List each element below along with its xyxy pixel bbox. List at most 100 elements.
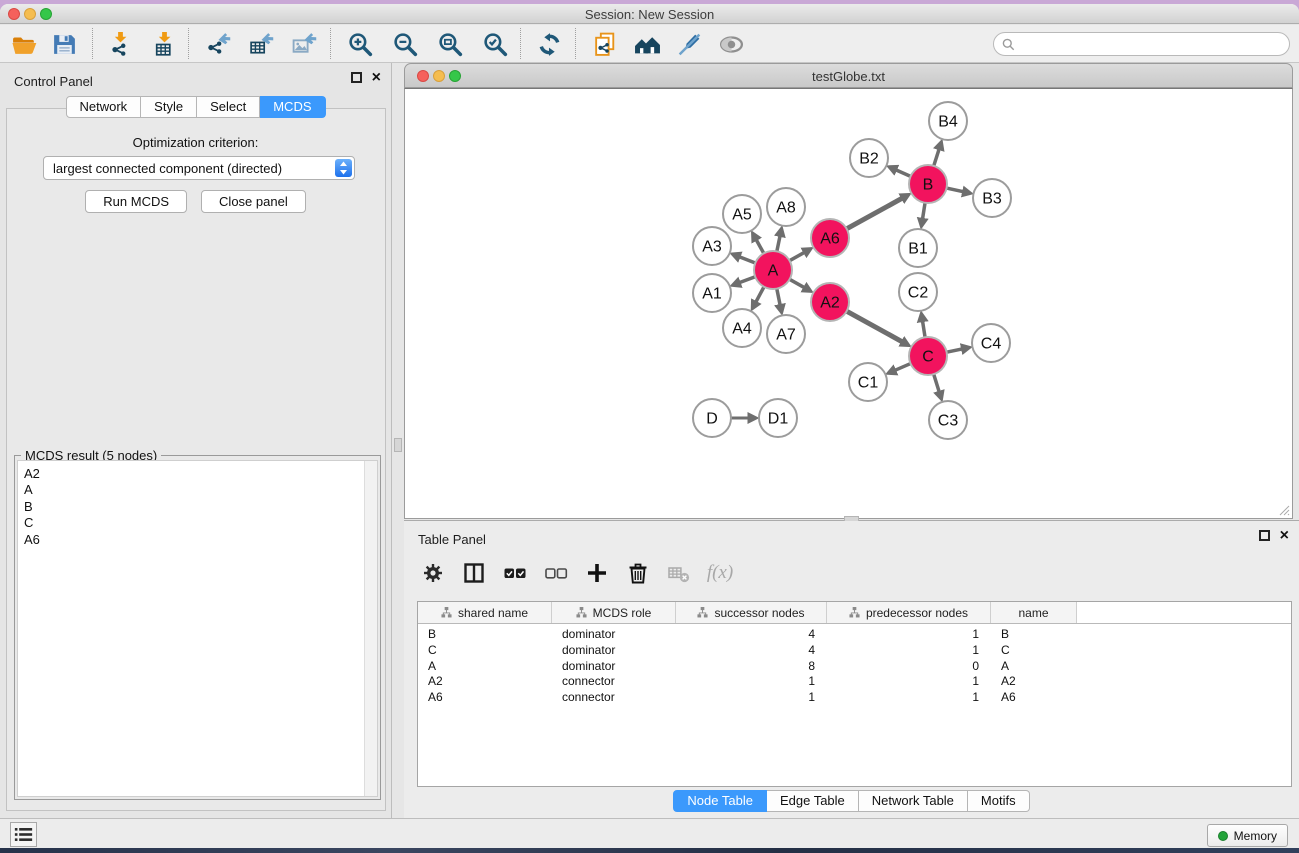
- clear-all-checks-button[interactable]: [541, 558, 571, 588]
- edge-A-A8[interactable]: [777, 236, 780, 251]
- zoom-out-button[interactable]: [387, 27, 423, 61]
- tab-network-table[interactable]: Network Table: [859, 790, 968, 812]
- node-C[interactable]: C: [909, 337, 947, 375]
- edge-A2-C[interactable]: [847, 311, 902, 341]
- zoom-selected-button[interactable]: [477, 27, 513, 61]
- node-A[interactable]: A: [754, 251, 792, 289]
- node-table[interactable]: shared name MCDS role successor nodes pr…: [417, 601, 1292, 787]
- memory-button[interactable]: Memory: [1207, 824, 1288, 847]
- node-B4[interactable]: B4: [929, 102, 967, 140]
- table-row[interactable]: A2connector11A2: [418, 674, 1291, 690]
- result-list-item[interactable]: A: [18, 482, 377, 498]
- edge-A-A6[interactable]: [790, 253, 804, 261]
- table-row[interactable]: Cdominator41C: [418, 643, 1291, 659]
- edge-A-A4[interactable]: [756, 287, 764, 302]
- delete-row-button[interactable]: [623, 558, 653, 588]
- close-panel-button[interactable]: Close panel: [201, 190, 306, 213]
- tab-node-table[interactable]: Node Table: [673, 790, 767, 812]
- run-mcds-button[interactable]: Run MCDS: [85, 190, 187, 213]
- tab-style[interactable]: Style: [141, 96, 197, 118]
- tab-mcds[interactable]: MCDS: [260, 96, 325, 118]
- criterion-dropdown[interactable]: largest connected component (directed): [43, 156, 355, 180]
- import-network-button[interactable]: [102, 27, 138, 61]
- node-D[interactable]: D: [693, 399, 731, 437]
- show-details-eye-button[interactable]: [713, 27, 749, 61]
- vertical-splitter-grip[interactable]: [394, 438, 402, 452]
- result-list-item[interactable]: B: [18, 499, 377, 515]
- open-session-button[interactable]: [6, 27, 42, 61]
- export-image-button[interactable]: [286, 27, 322, 61]
- node-D1[interactable]: D1: [759, 399, 797, 437]
- node-B[interactable]: B: [909, 165, 947, 203]
- edge-C-C3[interactable]: [934, 374, 939, 391]
- node-A3[interactable]: A3: [693, 227, 731, 265]
- search-input[interactable]: [1015, 34, 1289, 54]
- hide-annotations-button[interactable]: [671, 27, 707, 61]
- result-list-item[interactable]: C: [18, 515, 377, 531]
- select-all-checks-button[interactable]: [500, 558, 530, 588]
- tab-edge-table[interactable]: Edge Table: [767, 790, 859, 812]
- edge-B-B3[interactable]: [947, 188, 963, 192]
- tab-select[interactable]: Select: [197, 96, 260, 118]
- node-A7[interactable]: A7: [767, 315, 805, 353]
- table-row[interactable]: Bdominator41B: [418, 627, 1291, 643]
- edge-A-A2[interactable]: [790, 279, 804, 287]
- column-header-MCDS-role[interactable]: MCDS role: [552, 602, 676, 623]
- node-A4[interactable]: A4: [723, 309, 761, 347]
- column-header-predecessor-nodes[interactable]: predecessor nodes: [827, 602, 991, 623]
- edge-C-C4[interactable]: [947, 349, 962, 352]
- zoom-in-button[interactable]: [342, 27, 378, 61]
- edge-B-B2[interactable]: [896, 170, 910, 176]
- node-C3[interactable]: C3: [929, 401, 967, 439]
- result-list-item[interactable]: A6: [18, 532, 377, 548]
- home-network-button[interactable]: [629, 27, 665, 61]
- node-C4[interactable]: C4: [972, 324, 1010, 362]
- edge-B-B1[interactable]: [923, 203, 925, 219]
- float-panel-icon[interactable]: [351, 72, 362, 83]
- refresh-layout-button[interactable]: [531, 27, 567, 61]
- node-A5[interactable]: A5: [723, 195, 761, 233]
- task-history-button[interactable]: [10, 822, 37, 847]
- node-C1[interactable]: C1: [849, 363, 887, 401]
- window-resize-grip[interactable]: [1277, 503, 1290, 516]
- node-B2[interactable]: B2: [850, 139, 888, 177]
- copy-network-button[interactable]: [587, 27, 623, 61]
- column-header-successor-nodes[interactable]: successor nodes: [676, 602, 827, 623]
- result-list-item[interactable]: A2: [18, 466, 377, 482]
- import-table-button[interactable]: [146, 27, 182, 61]
- node-B3[interactable]: B3: [973, 179, 1011, 217]
- save-session-button[interactable]: [46, 27, 82, 61]
- node-A6[interactable]: A6: [811, 219, 849, 257]
- node-C2[interactable]: C2: [899, 273, 937, 311]
- node-B1[interactable]: B1: [899, 229, 937, 267]
- close-table-panel-icon[interactable]: ×: [1280, 530, 1289, 541]
- columns-button[interactable]: [459, 558, 489, 588]
- node-A2[interactable]: A2: [811, 283, 849, 321]
- tab-network[interactable]: Network: [65, 96, 141, 118]
- column-header-shared-name[interactable]: shared name: [418, 602, 552, 623]
- close-panel-icon[interactable]: ×: [372, 72, 381, 83]
- edge-B-B4[interactable]: [934, 150, 939, 166]
- edge-C-C2[interactable]: [923, 322, 925, 338]
- float-table-panel-icon[interactable]: [1259, 530, 1270, 541]
- column-header-name[interactable]: name: [991, 602, 1077, 623]
- edge-A-A7[interactable]: [777, 289, 780, 305]
- table-row[interactable]: Adominator80A: [418, 659, 1291, 675]
- table-row[interactable]: A6connector11A6: [418, 690, 1291, 706]
- node-A1[interactable]: A1: [693, 274, 731, 312]
- search-field[interactable]: [993, 32, 1290, 56]
- network-window-titlebar[interactable]: testGlobe.txt: [404, 63, 1293, 88]
- network-graph[interactable]: A A1 A2 A3 A4 A5 A6 A7 A8 B B1 B2 B3 B4 …: [405, 89, 1292, 518]
- edge-A-A5[interactable]: [757, 240, 764, 253]
- result-list-scrollbar[interactable]: [364, 461, 377, 796]
- add-row-button[interactable]: [582, 558, 612, 588]
- edge-A-A1[interactable]: [740, 277, 755, 283]
- network-canvas[interactable]: A A1 A2 A3 A4 A5 A6 A7 A8 B B1 B2 B3 B4 …: [404, 88, 1293, 519]
- edge-A-A3[interactable]: [740, 257, 755, 263]
- export-table-button[interactable]: [243, 27, 279, 61]
- export-network-button[interactable]: [200, 27, 236, 61]
- edge-C-C1[interactable]: [896, 364, 911, 371]
- mcds-result-list[interactable]: A2ABCA6: [17, 460, 378, 797]
- edge-A6-B[interactable]: [847, 198, 902, 228]
- tab-motifs[interactable]: Motifs: [968, 790, 1030, 812]
